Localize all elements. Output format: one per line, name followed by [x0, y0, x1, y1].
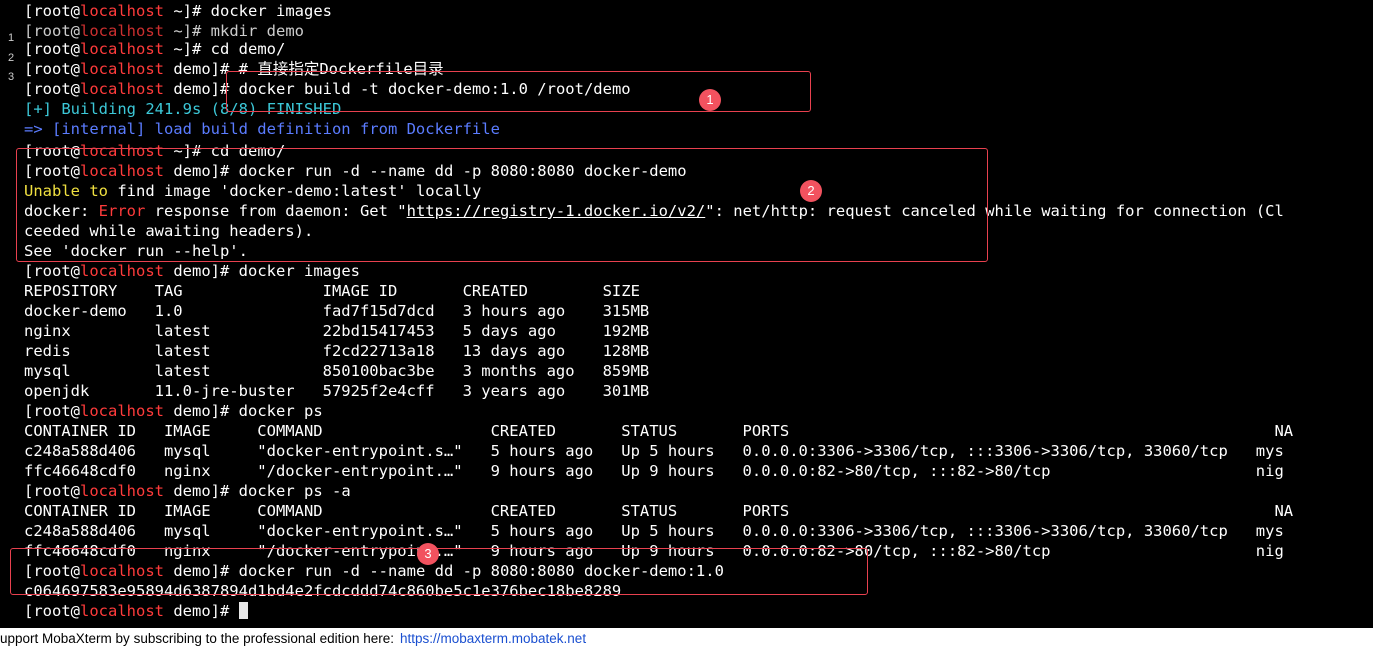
table-row: redis latest f2cd22713a18 13 days ago 12…: [24, 342, 650, 360]
table-row: c248a588d406 mysql "docker-entrypoint.s……: [24, 442, 1284, 460]
gutter-number: 1: [8, 32, 15, 44]
line-number-gutter: 1 2 3: [0, 0, 20, 120]
terminal-line: [root@localhost demo]# docker ps -a: [24, 482, 351, 500]
ps-table-header: CONTAINER ID IMAGE COMMAND CREATED STATU…: [24, 502, 1294, 520]
gutter-number: 3: [8, 71, 15, 83]
table-row: c248a588d406 mysql "docker-entrypoint.s……: [24, 522, 1284, 540]
terminal-line: [root@localhost ~]# mkdir demo: [24, 22, 304, 40]
ps-table-header: CONTAINER ID IMAGE COMMAND CREATED STATU…: [24, 422, 1294, 440]
annotation-box-1: [226, 71, 811, 112]
table-row: mysql latest 850100bac3be 3 months ago 8…: [24, 362, 650, 380]
annotation-box-2: [16, 148, 988, 262]
terminal-prompt-line[interactable]: [root@localhost demo]#: [24, 601, 248, 621]
terminal-line: [root@localhost ~]# docker images: [24, 2, 332, 20]
footer-text: upport MobaXterm by subscribing to the p…: [0, 631, 394, 646]
annotation-box-3: [10, 548, 868, 595]
build-step-line: => [internal] load build definition from…: [24, 120, 500, 138]
terminal-cursor: [238, 602, 248, 619]
terminal-line: [root@localhost demo]# docker ps: [24, 402, 323, 420]
annotation-badge-3: 3: [417, 543, 439, 565]
gutter-number: 2: [8, 52, 15, 64]
images-table-header: REPOSITORY TAG IMAGE ID CREATED SIZE: [24, 282, 640, 300]
status-bar: upport MobaXterm by subscribing to the p…: [0, 628, 1373, 649]
table-row: docker-demo 1.0 fad7f15d7dcd 3 hours ago…: [24, 302, 650, 320]
terminal-line: [root@localhost ~]# cd demo/: [24, 40, 286, 58]
mobaxterm-link[interactable]: https://mobaxterm.mobatek.net: [400, 631, 586, 646]
terminal-screen[interactable]: [root@localhost ~]# docker images [root@…: [0, 0, 1373, 628]
annotation-badge-1: 1: [699, 89, 721, 111]
table-row: ffc46648cdf0 nginx "/docker-entrypoint.……: [24, 462, 1284, 480]
table-row: nginx latest 22bd15417453 5 days ago 192…: [24, 322, 650, 340]
annotation-badge-2: 2: [800, 180, 822, 202]
table-row: openjdk 11.0-jre-buster 57925f2e4cff 3 y…: [24, 382, 650, 400]
terminal-line: [root@localhost demo]# docker images: [24, 262, 360, 280]
